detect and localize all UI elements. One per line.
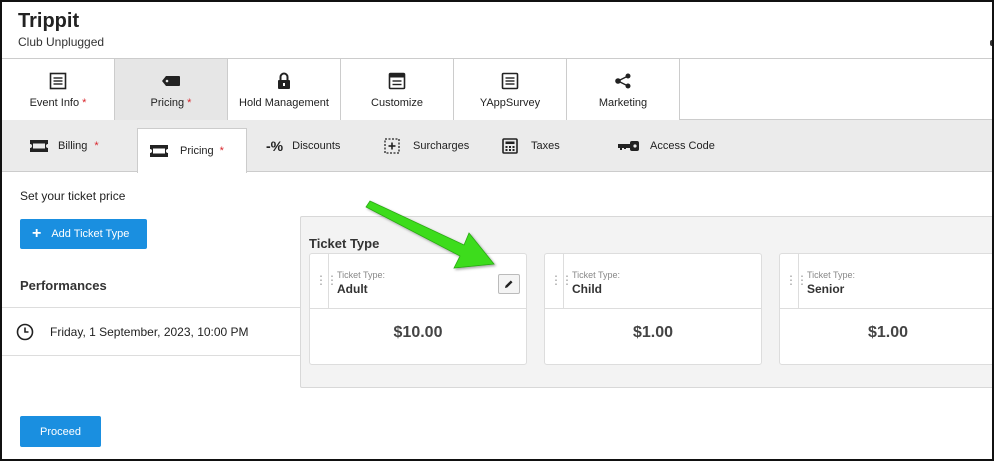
tab-customize[interactable]: Customize <box>341 59 454 120</box>
performances-heading: Performances <box>20 278 107 293</box>
share-icon <box>614 71 632 91</box>
subtab-label: Discounts <box>292 140 341 152</box>
app-title: Trippit <box>18 10 80 32</box>
ticket-type-label: Ticket Type: <box>807 270 856 280</box>
ticket-price[interactable]: $1.00 <box>545 324 761 342</box>
ticket-price[interactable]: $10.00 <box>310 324 526 342</box>
required-marker: * <box>94 140 99 152</box>
required-marker: * <box>219 145 224 157</box>
subtab-access-code[interactable]: Access Code <box>618 120 715 172</box>
drag-handle-icon[interactable]: ⋮⋮ <box>785 274 808 286</box>
tab-hold-management[interactable]: Hold Management <box>228 59 341 120</box>
ticket-type-name: Child <box>572 282 602 296</box>
calculator-icon <box>502 138 518 154</box>
performance-row[interactable]: Friday, 1 September, 2023, 10:00 PM <box>2 307 302 356</box>
percent-icon: -% <box>266 138 284 154</box>
proceed-button[interactable]: Proceed <box>20 416 101 447</box>
app-header: Trippit Club Unplugged <box>18 10 104 49</box>
clock-icon <box>16 323 34 341</box>
subtab-label: Taxes <box>531 140 560 152</box>
window-edge-handle <box>990 40 992 46</box>
ticket-price[interactable]: $1.00 <box>780 324 992 342</box>
required-marker: * <box>82 96 87 109</box>
tab-marketing[interactable]: Marketing <box>567 59 680 120</box>
sub-tab-bar: Billing * Pricing * -% Discounts Surcharge… <box>2 120 992 173</box>
ticket-icon <box>30 140 48 152</box>
subtab-surcharges[interactable]: Surcharges <box>384 120 469 172</box>
list-icon <box>49 71 67 91</box>
ticket-type-label: Ticket Type: <box>337 270 386 280</box>
pencil-icon <box>505 280 513 288</box>
performance-date: Friday, 1 September, 2023, 10:00 PM <box>50 324 249 339</box>
ticket-type-label: Ticket Type: <box>572 270 621 280</box>
top-tab-bar: Event Info * Pricing * Hold Management Cus… <box>2 58 992 120</box>
tab-event-info[interactable]: Event Info * <box>2 59 115 120</box>
ticket-tag-icon <box>161 71 181 91</box>
plus-box-icon <box>384 138 400 154</box>
subtab-label: Billing <box>58 140 88 152</box>
card-header: ⋮⋮ Ticket Type: Adult <box>310 254 526 309</box>
edit-button[interactable] <box>498 274 520 294</box>
tab-label: YAppSurvey <box>479 96 541 109</box>
button-label: Add Ticket Type <box>51 228 130 240</box>
tab-label: Customize <box>371 96 423 109</box>
tab-pricing[interactable]: Pricing * <box>115 59 228 120</box>
ticket-type-card: ⋮⋮ Ticket Type: Senior $1.00 <box>779 253 992 365</box>
ticket-icon <box>150 145 168 157</box>
set-price-heading: Set your ticket price <box>20 189 126 203</box>
drag-handle-icon[interactable]: ⋮⋮ <box>315 274 338 286</box>
ticket-type-card: ⋮⋮ Ticket Type: Child $1.00 <box>544 253 762 365</box>
subtab-discounts[interactable]: -% Discounts <box>266 120 340 172</box>
subtab-label: Surcharges <box>413 140 470 152</box>
subtab-label: Pricing <box>180 145 214 157</box>
subtab-label: Access Code <box>650 140 715 152</box>
plus-icon: + <box>32 225 42 242</box>
tab-label: Event Info <box>29 96 80 109</box>
subtab-pricing[interactable]: Pricing * <box>137 128 247 173</box>
event-name: Club Unplugged <box>18 35 105 49</box>
ticket-type-panel: Ticket Type ⋮⋮ Ticket Type: Adult $10.00… <box>300 216 992 388</box>
card-header: ⋮⋮ Ticket Type: Child <box>545 254 761 309</box>
layout-icon <box>388 71 406 91</box>
lock-icon <box>277 71 291 91</box>
tab-label: Hold Management <box>239 96 329 109</box>
tab-label: Pricing <box>150 96 185 109</box>
card-header: ⋮⋮ Ticket Type: Senior <box>780 254 992 309</box>
subtab-taxes[interactable]: Taxes <box>502 120 560 172</box>
button-label: Proceed <box>40 425 81 438</box>
add-ticket-type-button[interactable]: + Add Ticket Type <box>20 219 147 249</box>
required-marker: * <box>187 96 192 109</box>
survey-list-icon <box>501 71 519 91</box>
app-window: Trippit Club Unplugged Event Info * Prici… <box>0 0 994 461</box>
key-icon <box>618 140 640 152</box>
ticket-type-name: Adult <box>337 282 368 296</box>
ticket-type-heading: Ticket Type <box>309 236 380 251</box>
tab-yappsurvey[interactable]: YAppSurvey <box>454 59 567 120</box>
subtab-billing[interactable]: Billing * <box>30 120 99 172</box>
ticket-type-card: ⋮⋮ Ticket Type: Adult $10.00 <box>309 253 527 365</box>
tab-label: Marketing <box>598 96 648 109</box>
ticket-type-name: Senior <box>807 282 845 296</box>
drag-handle-icon[interactable]: ⋮⋮ <box>550 274 573 286</box>
